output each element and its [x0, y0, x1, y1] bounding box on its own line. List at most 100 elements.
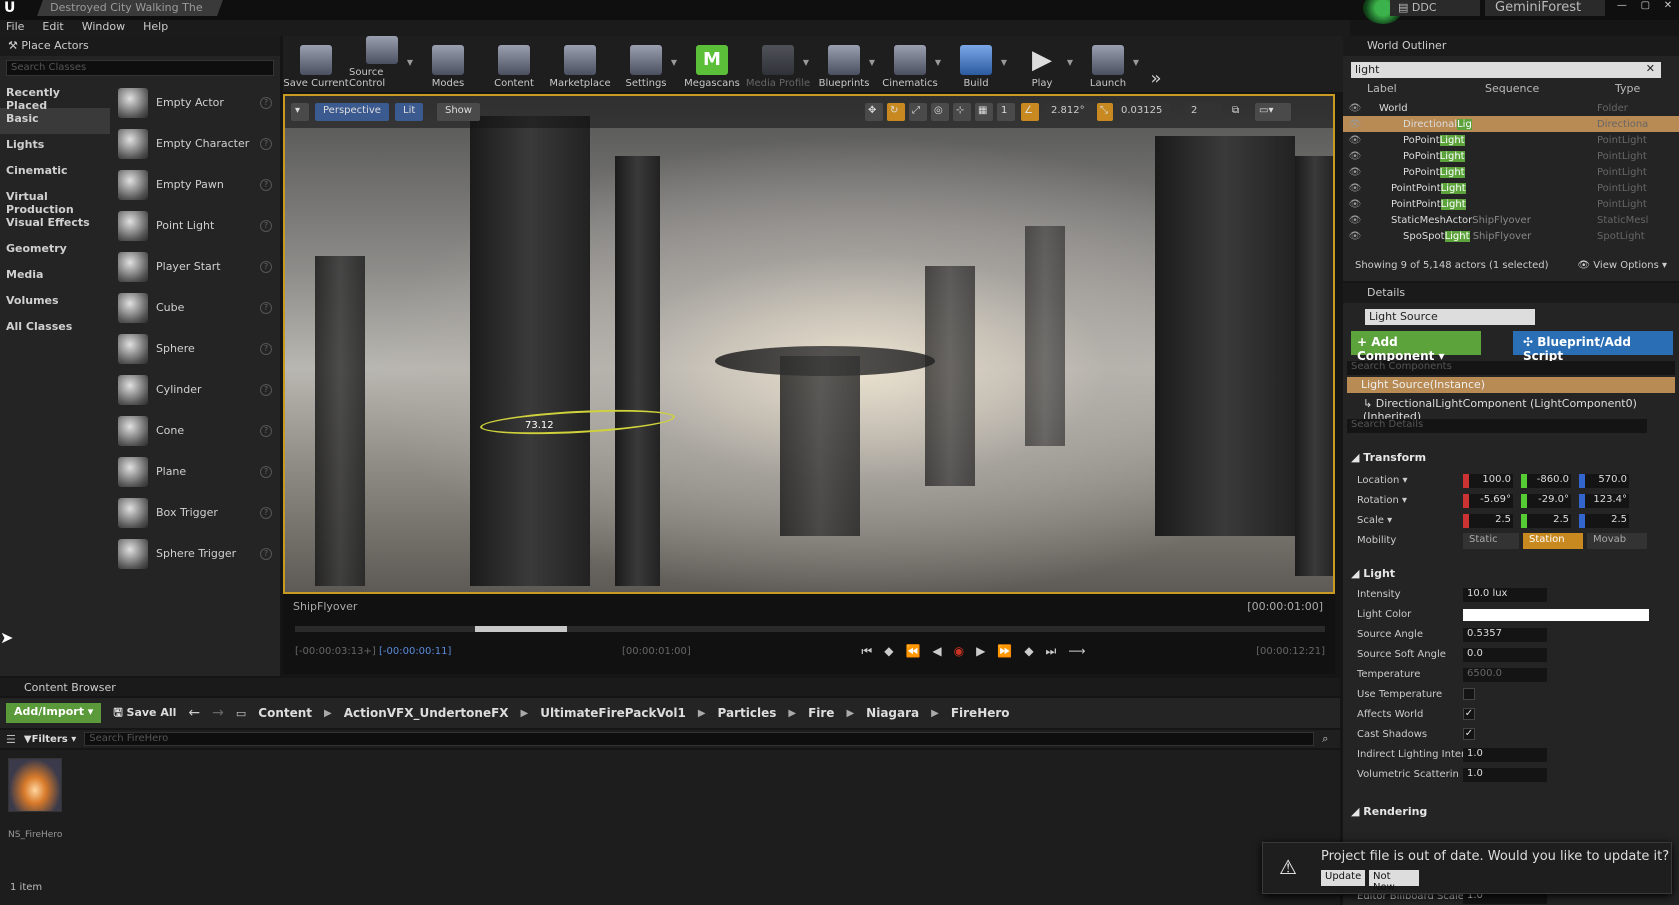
- actor-item[interactable]: Empty Pawn?: [112, 164, 278, 205]
- category-volumes[interactable]: Volumes: [0, 290, 110, 316]
- view-options-button[interactable]: 👁 View Options ▾: [1577, 260, 1667, 272]
- mobility-stationary-button[interactable]: Station: [1523, 533, 1583, 549]
- scale-z-field[interactable]: 2.5: [1579, 514, 1629, 528]
- location-y-field[interactable]: -860.0: [1521, 474, 1571, 488]
- chevron-down-icon[interactable]: ▼: [407, 58, 413, 67]
- source-control-button[interactable]: Source Control ▼: [349, 36, 415, 92]
- menu-help[interactable]: Help: [143, 20, 168, 36]
- search-icon[interactable]: ⌕: [1322, 732, 1328, 746]
- menu-file[interactable]: File: [6, 20, 24, 36]
- play-forward-icon[interactable]: ▶: [976, 644, 985, 659]
- scale-snap-icon[interactable]: ⤡: [1097, 103, 1113, 121]
- indirect-lighting-field[interactable]: 1.0: [1463, 748, 1547, 762]
- chevron-down-icon[interactable]: ▼: [1067, 58, 1073, 67]
- content-button[interactable]: Content: [481, 36, 547, 92]
- maximize-viewport-icon[interactable]: ⧉: [1229, 103, 1247, 121]
- help-icon[interactable]: ?: [260, 260, 272, 273]
- level-viewport[interactable]: 73.12 ▾ Perspective Lit Show ✥ ↻ ⤢ ◎ ⊹ ▦…: [283, 94, 1335, 594]
- scale-y-field[interactable]: 2.5: [1521, 514, 1571, 528]
- viewport-options-button[interactable]: ▾: [291, 103, 309, 121]
- filters-button[interactable]: ▼Filters ▾: [24, 734, 76, 745]
- actor-item[interactable]: Player Start?: [112, 246, 278, 287]
- visibility-eye-icon[interactable]: 👁: [1343, 151, 1367, 162]
- search-components-input[interactable]: Search Components: [1347, 361, 1675, 375]
- actor-item[interactable]: Box Trigger?: [112, 492, 278, 533]
- launch-button[interactable]: Launch ▼: [1075, 36, 1141, 92]
- surface-snap-icon[interactable]: ⊹: [953, 103, 971, 121]
- clear-search-icon[interactable]: ✕: [1646, 62, 1655, 75]
- rotation-z-field[interactable]: 123.4°: [1579, 494, 1629, 508]
- marketplace-button[interactable]: Marketplace: [547, 36, 613, 92]
- close-icon[interactable]: ✕: [1664, 0, 1672, 14]
- blueprints-button[interactable]: Blueprints ▼: [811, 36, 877, 92]
- visibility-eye-icon[interactable]: 👁: [1343, 231, 1367, 242]
- perspective-button[interactable]: Perspective: [315, 103, 389, 121]
- breadcrumb-item[interactable]: Fire: [808, 706, 834, 720]
- breadcrumb-item[interactable]: UltimateFirePackVol1: [540, 706, 686, 720]
- help-icon[interactable]: ?: [260, 137, 272, 150]
- search-classes-input[interactable]: Search Classes: [6, 60, 274, 76]
- temperature-field[interactable]: 6500.0: [1463, 668, 1547, 682]
- breadcrumb-item[interactable]: Niagara: [866, 706, 919, 720]
- help-icon[interactable]: ?: [260, 301, 272, 314]
- chevron-down-icon[interactable]: ▼: [1001, 58, 1007, 67]
- save-current-button[interactable]: Save Current: [283, 36, 349, 92]
- build-button[interactable]: Build ▼: [943, 36, 1009, 92]
- breadcrumb-item[interactable]: Particles: [718, 706, 777, 720]
- visibility-eye-icon[interactable]: 👁: [1343, 199, 1367, 210]
- cast-shadows-checkbox[interactable]: ✓: [1463, 728, 1475, 740]
- jump-start-icon[interactable]: ⏮: [861, 644, 872, 659]
- outliner-row[interactable]: 👁 PoPointLight PointLight: [1343, 148, 1679, 164]
- camera-speed-value[interactable]: 2: [1185, 103, 1221, 121]
- layout-icon[interactable]: ▭▾: [1255, 103, 1291, 121]
- playhead-time[interactable]: [00:00:01:00]: [622, 646, 691, 657]
- rotation-snap-icon[interactable]: ∠: [1021, 103, 1039, 121]
- help-icon[interactable]: ?: [260, 178, 272, 191]
- prev-key-icon[interactable]: ◆: [884, 644, 893, 659]
- breadcrumb-item[interactable]: FireHero: [951, 706, 1010, 720]
- asset-thumbnail[interactable]: [8, 758, 62, 812]
- column-type[interactable]: Type: [1615, 82, 1640, 98]
- forward-arrow-icon[interactable]: →: [212, 705, 224, 721]
- use-temperature-checkbox[interactable]: [1463, 688, 1475, 700]
- mobility-static-button[interactable]: Static: [1463, 533, 1519, 549]
- megascans-button[interactable]: M Megascans: [679, 36, 745, 92]
- chevron-down-icon[interactable]: ▼: [869, 58, 875, 67]
- save-all-button[interactable]: 🖫 Save All: [113, 704, 176, 723]
- add-import-button[interactable]: Add/Import ▾: [6, 703, 102, 723]
- media-profile-button[interactable]: Media Profile ▼: [745, 36, 811, 92]
- translate-icon[interactable]: ✥: [865, 103, 883, 121]
- outliner-row[interactable]: 👁 StaticMeshActorShipFlyover StaticMesl: [1343, 212, 1679, 228]
- column-label[interactable]: Label: [1367, 82, 1485, 98]
- sequence-scrubber[interactable]: [295, 626, 1325, 632]
- range-start[interactable]: [-00:00:03:13+]: [295, 646, 376, 657]
- menu-edit[interactable]: Edit: [42, 20, 63, 36]
- location-z-field[interactable]: 570.0: [1579, 474, 1629, 488]
- project-name-button[interactable]: GeminiForest: [1485, 0, 1605, 16]
- category-cinematic[interactable]: Cinematic: [0, 160, 110, 186]
- visibility-eye-icon[interactable]: 👁: [1343, 103, 1367, 114]
- light-color-swatch[interactable]: [1463, 609, 1649, 621]
- actor-item[interactable]: Sphere?: [112, 328, 278, 369]
- category-geometry[interactable]: Geometry: [0, 238, 110, 264]
- level-tab[interactable]: Destroyed City Walking The: [37, 0, 223, 16]
- scale-icon[interactable]: ⤢: [909, 103, 927, 121]
- chevron-down-icon[interactable]: ▼: [671, 58, 677, 67]
- range-start-offset[interactable]: [-00:00:00:11]: [379, 646, 451, 657]
- actor-item[interactable]: Cylinder?: [112, 369, 278, 410]
- actor-item[interactable]: Sphere Trigger?: [112, 533, 278, 574]
- outliner-row[interactable]: 👁 SpoSpotLight ShipFlyover SpotLight: [1343, 228, 1679, 244]
- actor-item[interactable]: Plane?: [112, 451, 278, 492]
- breadcrumb-item[interactable]: Content: [258, 706, 312, 720]
- minimize-icon[interactable]: —: [1617, 0, 1627, 14]
- category-lights[interactable]: Lights: [0, 134, 110, 160]
- range-end[interactable]: [00:00:12:21]: [1256, 646, 1325, 657]
- outliner-row[interactable]: 👁 PoPointLight PointLight: [1343, 164, 1679, 180]
- intensity-field[interactable]: 10.0 lux: [1463, 588, 1547, 602]
- add-component-button[interactable]: + Add Component ▾: [1351, 331, 1481, 363]
- next-key-icon[interactable]: ◆: [1024, 644, 1033, 659]
- actor-item[interactable]: Cube?: [112, 287, 278, 328]
- chevron-down-icon[interactable]: ▼: [935, 58, 941, 67]
- outliner-search-input[interactable]: light ✕: [1351, 62, 1661, 78]
- back-arrow-icon[interactable]: ←: [188, 705, 200, 721]
